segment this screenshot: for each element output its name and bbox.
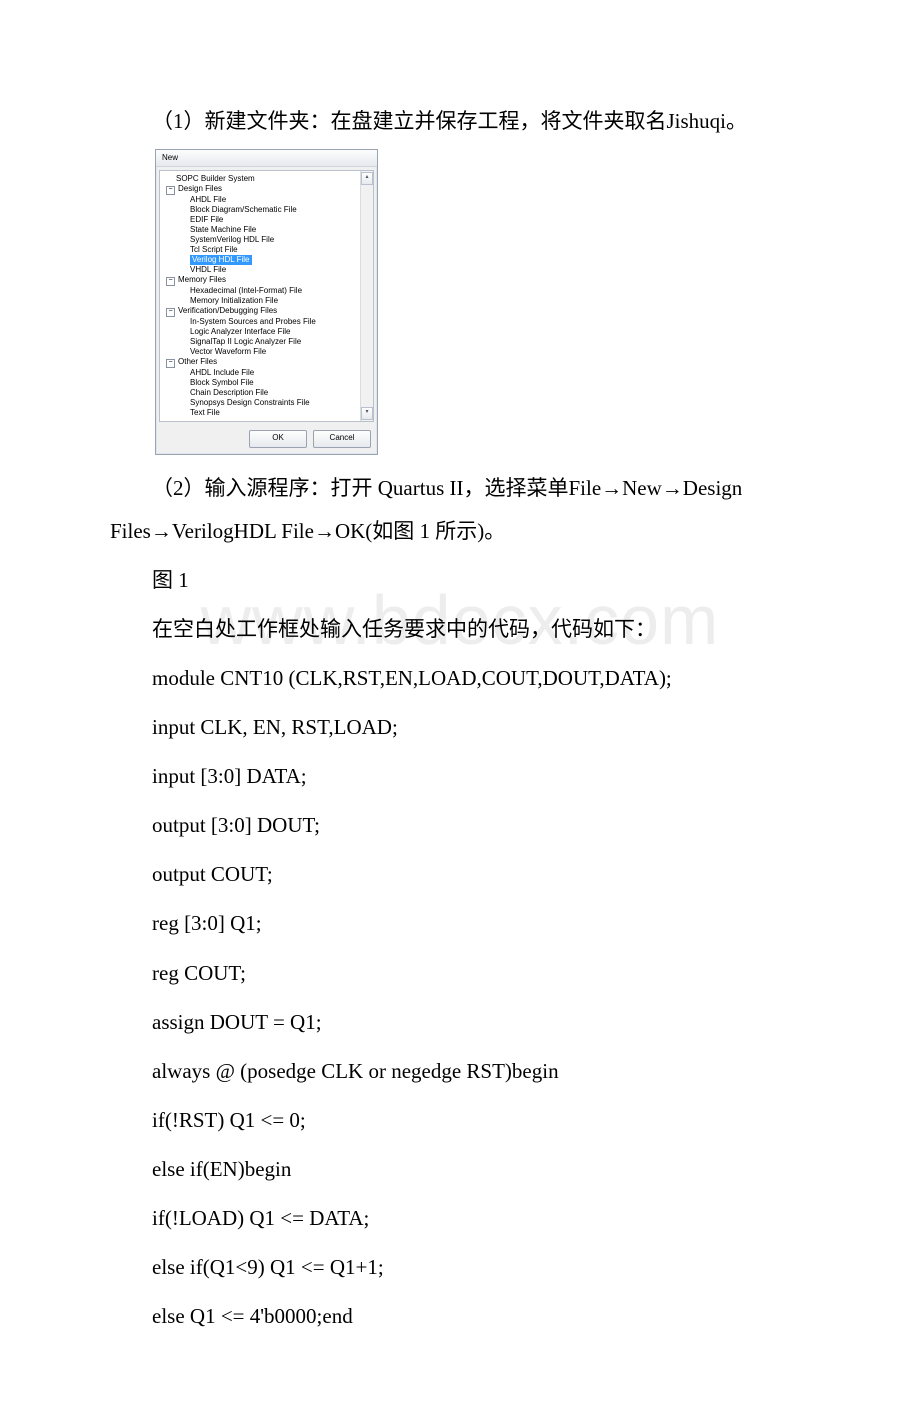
tree-item-vhdl[interactable]: VHDL File bbox=[166, 265, 358, 275]
collapse-icon[interactable]: − bbox=[166, 308, 175, 317]
tree-item-sysv[interactable]: SystemVerilog HDL File bbox=[166, 235, 358, 245]
tree-item-synopsys[interactable]: Synopsys Design Constraints File bbox=[166, 398, 358, 408]
paragraph-2: （2）输入源程序：打开 Quartus II，选择菜单File→New→Desi… bbox=[110, 467, 810, 553]
tree-item-blocksym[interactable]: Block Symbol File bbox=[166, 378, 358, 388]
scroll-up-icon[interactable]: ▴ bbox=[361, 172, 373, 185]
tree-item-edif[interactable]: EDIF File bbox=[166, 215, 358, 225]
paragraph-3: 在空白处工作框处输入任务要求中的代码，代码如下： bbox=[110, 608, 810, 651]
code-line-4: output [3:0] DOUT; bbox=[110, 804, 810, 847]
collapse-icon[interactable]: − bbox=[166, 277, 175, 286]
tree-item-tcl[interactable]: Tcl Script File bbox=[166, 245, 358, 255]
file-type-tree[interactable]: SOPC Builder System −Design Files AHDL F… bbox=[160, 171, 360, 421]
dialog-scrollbar[interactable]: ▴ ▾ bbox=[360, 171, 373, 421]
tree-item-ahdl[interactable]: AHDL File bbox=[166, 195, 358, 205]
code-line-14: else Q1 <= 4'b0000;end bbox=[110, 1295, 810, 1338]
cancel-button[interactable]: Cancel bbox=[313, 430, 371, 448]
code-line-6: reg [3:0] Q1; bbox=[110, 902, 810, 945]
page-content: （1）新建文件夹：在盘建立并保存工程，将文件夹取名Jishuqi。 New SO… bbox=[0, 0, 920, 1404]
code-line-8: assign DOUT = Q1; bbox=[110, 1001, 810, 1044]
tree-group-label: Memory Files bbox=[178, 275, 226, 284]
scroll-down-icon[interactable]: ▾ bbox=[361, 407, 373, 420]
code-line-3: input [3:0] DATA; bbox=[110, 755, 810, 798]
tree-item-ahdlinc[interactable]: AHDL Include File bbox=[166, 368, 358, 378]
tree-group-other[interactable]: −Other Files bbox=[166, 357, 358, 368]
tree-item-text[interactable]: Text File bbox=[166, 408, 358, 418]
code-line-13: else if(Q1<9) Q1 <= Q1+1; bbox=[110, 1246, 810, 1289]
tree-item-hex[interactable]: Hexadecimal (Intel-Format) File bbox=[166, 286, 358, 296]
tree-item-meminit[interactable]: Memory Initialization File bbox=[166, 296, 358, 306]
code-line-2: input CLK, EN, RST,LOAD; bbox=[110, 706, 810, 749]
code-line-5: output COUT; bbox=[110, 853, 810, 896]
code-line-10: if(!RST) Q1 <= 0; bbox=[110, 1099, 810, 1142]
dialog-window: New SOPC Builder System −Design Files AH… bbox=[155, 149, 378, 455]
tree-item-verilog[interactable]: Verilog HDL File bbox=[166, 255, 358, 265]
dialog-title: New bbox=[156, 150, 377, 167]
tree-group-verif[interactable]: −Verification/Debugging Files bbox=[166, 306, 358, 317]
dialog-button-row: OK Cancel bbox=[156, 425, 377, 454]
tree-item-signal[interactable]: SignalTap II Logic Analyzer File bbox=[166, 337, 358, 347]
tree-item-logic[interactable]: Logic Analyzer Interface File bbox=[166, 327, 358, 337]
collapse-icon[interactable]: − bbox=[166, 186, 175, 195]
tree-item-state[interactable]: State Machine File bbox=[166, 225, 358, 235]
tree-group-memory[interactable]: −Memory Files bbox=[166, 275, 358, 286]
collapse-icon[interactable]: − bbox=[166, 359, 175, 368]
tree-group-label: Other Files bbox=[178, 357, 217, 366]
tree-item-vector[interactable]: Vector Waveform File bbox=[166, 347, 358, 357]
code-line-1: module CNT10 (CLK,RST,EN,LOAD,COUT,DOUT,… bbox=[110, 657, 810, 700]
code-line-9: always @ (posedge CLK or negedge RST)beg… bbox=[110, 1050, 810, 1093]
tree-group-design[interactable]: −Design Files bbox=[166, 184, 358, 195]
figure-caption-1: 图 1 bbox=[110, 559, 810, 602]
tree-group-label: Design Files bbox=[178, 184, 222, 193]
paragraph-1: （1）新建文件夹：在盘建立并保存工程，将文件夹取名Jishuqi。 bbox=[110, 100, 810, 143]
tree-item-block[interactable]: Block Diagram/Schematic File bbox=[166, 205, 358, 215]
tree-group-label: Verification/Debugging Files bbox=[178, 306, 277, 315]
code-line-11: else if(EN)begin bbox=[110, 1148, 810, 1191]
tree-item-insys[interactable]: In-System Sources and Probes File bbox=[166, 317, 358, 327]
new-dialog-screenshot: New SOPC Builder System −Design Files AH… bbox=[155, 149, 810, 455]
dialog-body: SOPC Builder System −Design Files AHDL F… bbox=[159, 170, 374, 422]
ok-button[interactable]: OK bbox=[249, 430, 307, 448]
code-line-12: if(!LOAD) Q1 <= DATA; bbox=[110, 1197, 810, 1240]
selected-item: Verilog HDL File bbox=[190, 255, 252, 265]
tree-item-sopc[interactable]: SOPC Builder System bbox=[166, 174, 358, 184]
tree-item-chain[interactable]: Chain Description File bbox=[166, 388, 358, 398]
code-line-7: reg COUT; bbox=[110, 952, 810, 995]
